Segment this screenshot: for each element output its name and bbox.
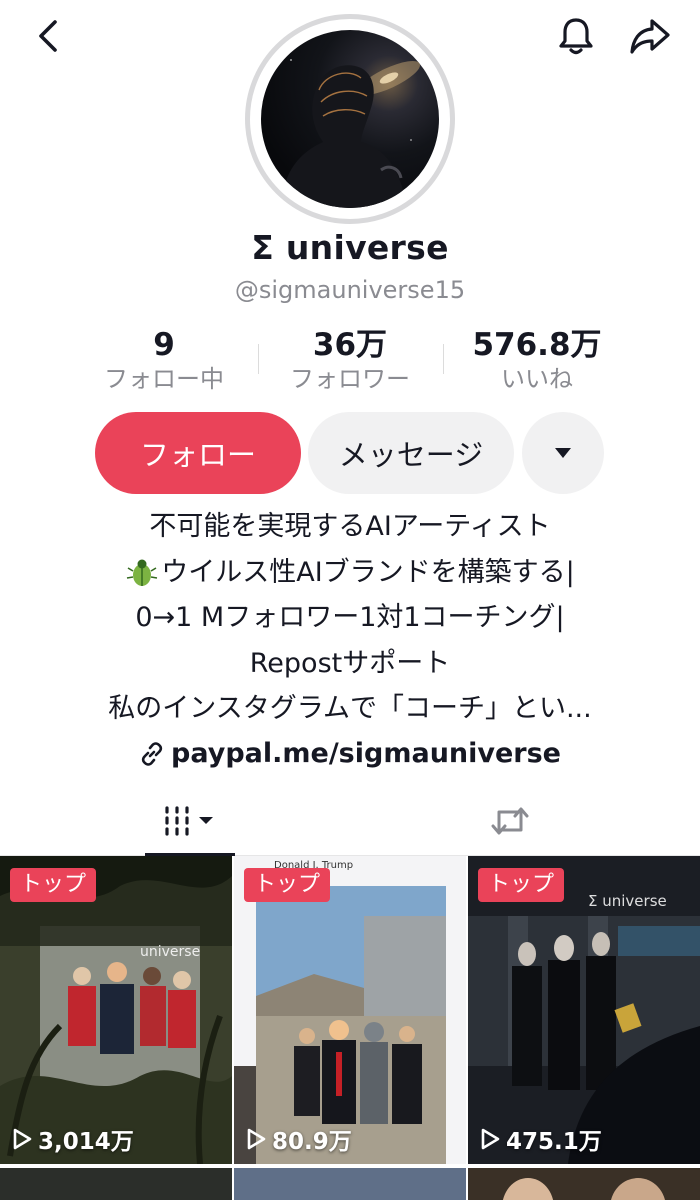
grid-icon bbox=[165, 806, 213, 836]
video-thumbnail[interactable]: Σ universe トップ 475.1万 bbox=[468, 856, 700, 1164]
view-count-text: 3,014万 bbox=[38, 1129, 134, 1155]
profile-page: Σ universe @sigmauniverse15 9 フォロー中 36万 … bbox=[0, 0, 700, 1200]
tab-reposts[interactable] bbox=[470, 786, 550, 856]
bio-line-with-emoji: ウイルス性AIブランドを構築する| bbox=[0, 550, 700, 596]
share-arrow-icon bbox=[630, 19, 670, 54]
play-icon bbox=[13, 1128, 32, 1150]
caret-down-icon bbox=[555, 448, 571, 458]
video-thumbnail-partial[interactable] bbox=[234, 1168, 466, 1200]
display-name: Σ universe bbox=[251, 228, 449, 267]
avatar-image bbox=[261, 30, 439, 208]
top-badge: トップ bbox=[478, 868, 565, 902]
beetle-emoji-icon bbox=[127, 559, 158, 586]
stat-divider bbox=[443, 344, 444, 374]
video-grid: universe トップ 3,014万 Donald J. Trump トップ … bbox=[0, 856, 700, 1200]
likes-count: 576.8万 bbox=[472, 327, 602, 363]
following-count: 9 bbox=[153, 327, 175, 363]
notification-button[interactable] bbox=[552, 12, 600, 60]
video-watermark: universe bbox=[140, 944, 201, 960]
view-count: 3,014万 bbox=[12, 1122, 134, 1156]
stat-followers[interactable]: 36万 フォロワー bbox=[278, 326, 422, 394]
profile-stats: 9 フォロー中 36万 フォロワー 576.8万 いいね bbox=[0, 326, 700, 396]
message-button[interactable]: メッセージ bbox=[308, 412, 514, 494]
bio-link[interactable]: paypal.me/sigmauniverse bbox=[0, 734, 700, 774]
share-button[interactable] bbox=[626, 12, 674, 60]
bell-icon bbox=[559, 18, 593, 55]
bio-line-truncated[interactable]: 私のインスタグラムで「コーチ」とい... bbox=[0, 686, 700, 732]
profile-tabs bbox=[0, 786, 700, 856]
top-badge: トップ bbox=[244, 868, 331, 902]
view-count-text: 475.1万 bbox=[506, 1129, 602, 1155]
repost-icon bbox=[491, 807, 529, 835]
stat-following[interactable]: 9 フォロー中 bbox=[92, 326, 236, 394]
video-thumbnail-partial[interactable] bbox=[468, 1168, 700, 1200]
username-handle: @sigmauniverse15 bbox=[234, 276, 466, 304]
bio-line: 0→1 Mフォロワー1対1コーチング| bbox=[135, 602, 565, 633]
video-watermark: Σ universe bbox=[588, 892, 667, 910]
view-count-text: 80.9万 bbox=[272, 1129, 352, 1155]
bio-link-text: paypal.me/sigmauniverse bbox=[171, 737, 561, 769]
thumbnail-image bbox=[234, 856, 466, 1164]
bio-line: 不可能を実現するAIアーティスト bbox=[149, 511, 551, 542]
bio: 不可能を実現するAIアーティスト ウイルス性AIブランドを構築する| 0→1 M… bbox=[0, 504, 700, 774]
back-button[interactable] bbox=[24, 12, 72, 60]
bio-line-text: ウイルス性AIブランドを構築する| bbox=[161, 556, 575, 588]
play-icon bbox=[481, 1128, 500, 1150]
top-badge: トップ bbox=[10, 868, 97, 902]
play-icon bbox=[247, 1128, 266, 1150]
followers-label: フォロワー bbox=[290, 365, 410, 393]
stat-likes[interactable]: 576.8万 いいね bbox=[462, 326, 612, 394]
more-options-button[interactable] bbox=[522, 412, 604, 494]
profile-actions: フォロー メッセージ bbox=[0, 412, 700, 496]
stat-divider bbox=[258, 344, 259, 374]
following-label: フォロー中 bbox=[104, 365, 224, 393]
thumbnail-image bbox=[0, 856, 232, 1164]
avatar[interactable] bbox=[245, 14, 455, 224]
video-thumbnail-partial[interactable] bbox=[0, 1168, 232, 1200]
view-count: 475.1万 bbox=[480, 1122, 602, 1156]
bio-line: Repostサポート bbox=[249, 647, 451, 679]
followers-count: 36万 bbox=[312, 327, 388, 363]
video-thumbnail[interactable]: Donald J. Trump トップ 80.9万 bbox=[234, 856, 466, 1164]
video-thumbnail[interactable]: universe トップ 3,014万 bbox=[0, 856, 232, 1164]
chevron-left-icon bbox=[39, 20, 57, 52]
link-icon bbox=[141, 741, 163, 766]
follow-button[interactable]: フォロー bbox=[95, 412, 301, 494]
likes-label: いいね bbox=[501, 365, 573, 393]
view-count: 80.9万 bbox=[246, 1122, 352, 1156]
tab-videos[interactable] bbox=[145, 786, 235, 856]
